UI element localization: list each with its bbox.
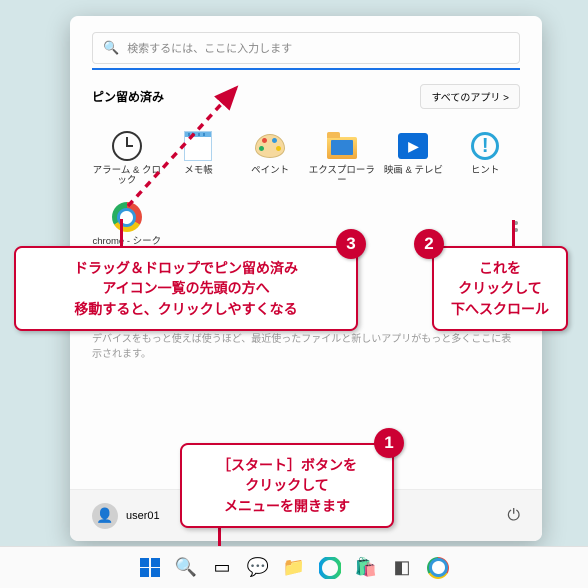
app-alarms-clock[interactable]: アラーム & クロック [92, 125, 162, 192]
start-button[interactable] [135, 553, 165, 583]
avatar-icon: 👤 [92, 503, 118, 529]
windows-logo-icon [140, 558, 160, 578]
callout-text: クリックして [448, 278, 552, 298]
taskbar-chrome[interactable] [423, 553, 453, 583]
chat-icon: 💬 [247, 557, 269, 578]
recommended-desc: デバイスをもっと使えば使うほど、最近使ったファイルと新しいアプリがもっと多くここ… [92, 330, 520, 360]
store-icon: 🛍️ [355, 557, 377, 578]
app-movies-tv[interactable]: ▶ 映画 & テレビ [379, 125, 449, 192]
app-label: 映画 & テレビ [384, 166, 443, 188]
app-tips[interactable]: ! ヒント [450, 125, 520, 192]
callout-badge-3: 3 [336, 229, 366, 259]
search-input[interactable]: 🔍 検索するには、ここに入力します [92, 32, 520, 64]
user-name: user01 [126, 510, 160, 522]
search-placeholder: 検索するには、ここに入力します [127, 40, 292, 56]
callout-badge-1: 1 [374, 428, 404, 458]
pinned-header: ピン留め済み すべてのアプリ > [92, 84, 520, 109]
dot-icon [514, 221, 518, 225]
chrome-icon [427, 557, 449, 579]
taskbar-app[interactable]: ◧ [387, 553, 417, 583]
app-label: エクスプローラー [307, 166, 377, 188]
user-account-button[interactable]: 👤 user01 [92, 503, 160, 529]
pinned-title: ピン留め済み [92, 88, 164, 105]
app-paint[interactable]: ペイント [235, 125, 305, 192]
lightbulb-icon: ! [468, 129, 502, 163]
taskbar: 🔍 ▭ 💬 📁 🛍️ ◧ [0, 546, 588, 588]
taskbar-chat[interactable]: 💬 [243, 553, 273, 583]
taskbar-task-view[interactable]: ▭ [207, 553, 237, 583]
folder-icon [325, 129, 359, 163]
search-icon: 🔍 [103, 40, 119, 56]
callout-1: ［スタート］ボタンを クリックして メニューを開きます [180, 443, 394, 528]
search-icon: 🔍 [175, 557, 197, 578]
power-button[interactable]: ⏻ [507, 507, 520, 525]
callout-text: クリックして [196, 475, 378, 495]
notepad-icon [181, 129, 215, 163]
dot-icon [514, 228, 518, 232]
callout-3: ドラッグ＆ドロップでピン留め済み アイコン一覧の先頭の方へ 移動すると、クリック… [14, 246, 358, 331]
callout-text: これを [448, 258, 552, 278]
movies-icon: ▶ [396, 129, 430, 163]
app-label: アラーム & クロック [92, 166, 162, 188]
app-label: ペイント [251, 166, 289, 188]
taskbar-explorer[interactable]: 📁 [279, 553, 309, 583]
callout-text: 下へスクロール [448, 299, 552, 319]
app-explorer[interactable]: エクスプローラー [307, 125, 377, 192]
taskbar-edge[interactable] [315, 553, 345, 583]
callout-2: これを クリックして 下へスクロール [432, 246, 568, 331]
chrome-icon [110, 200, 144, 234]
app-label: メモ帳 [184, 166, 213, 188]
search-focus-underline [92, 68, 520, 70]
callout-text: ドラッグ＆ドロップでピン留め済み [30, 258, 342, 278]
callout-text: ［スタート］ボタンを [196, 455, 378, 475]
taskbar-search[interactable]: 🔍 [171, 553, 201, 583]
pinned-grid: アラーム & クロック メモ帳 ペイント エクスプローラー ▶ 映画 & テレビ [92, 125, 520, 263]
callout-text: アイコン一覧の先頭の方へ [30, 278, 342, 298]
task-view-icon: ▭ [213, 557, 230, 578]
app-notepad[interactable]: メモ帳 [164, 125, 234, 192]
folder-icon: 📁 [283, 557, 305, 578]
callout-text: メニューを開きます [196, 496, 378, 516]
power-icon: ⏻ [507, 507, 520, 524]
callout-text: 移動すると、クリックしやすくなる [30, 299, 342, 319]
callout-badge-2: 2 [414, 229, 444, 259]
edge-icon [319, 557, 341, 579]
taskbar-store[interactable]: 🛍️ [351, 553, 381, 583]
paint-icon [253, 129, 287, 163]
app-icon: ◧ [393, 557, 410, 578]
all-apps-button[interactable]: すべてのアプリ > [420, 84, 520, 109]
app-label: ヒント [471, 166, 500, 188]
pinned-scroll-next[interactable] [514, 221, 518, 232]
clock-icon [110, 129, 144, 163]
